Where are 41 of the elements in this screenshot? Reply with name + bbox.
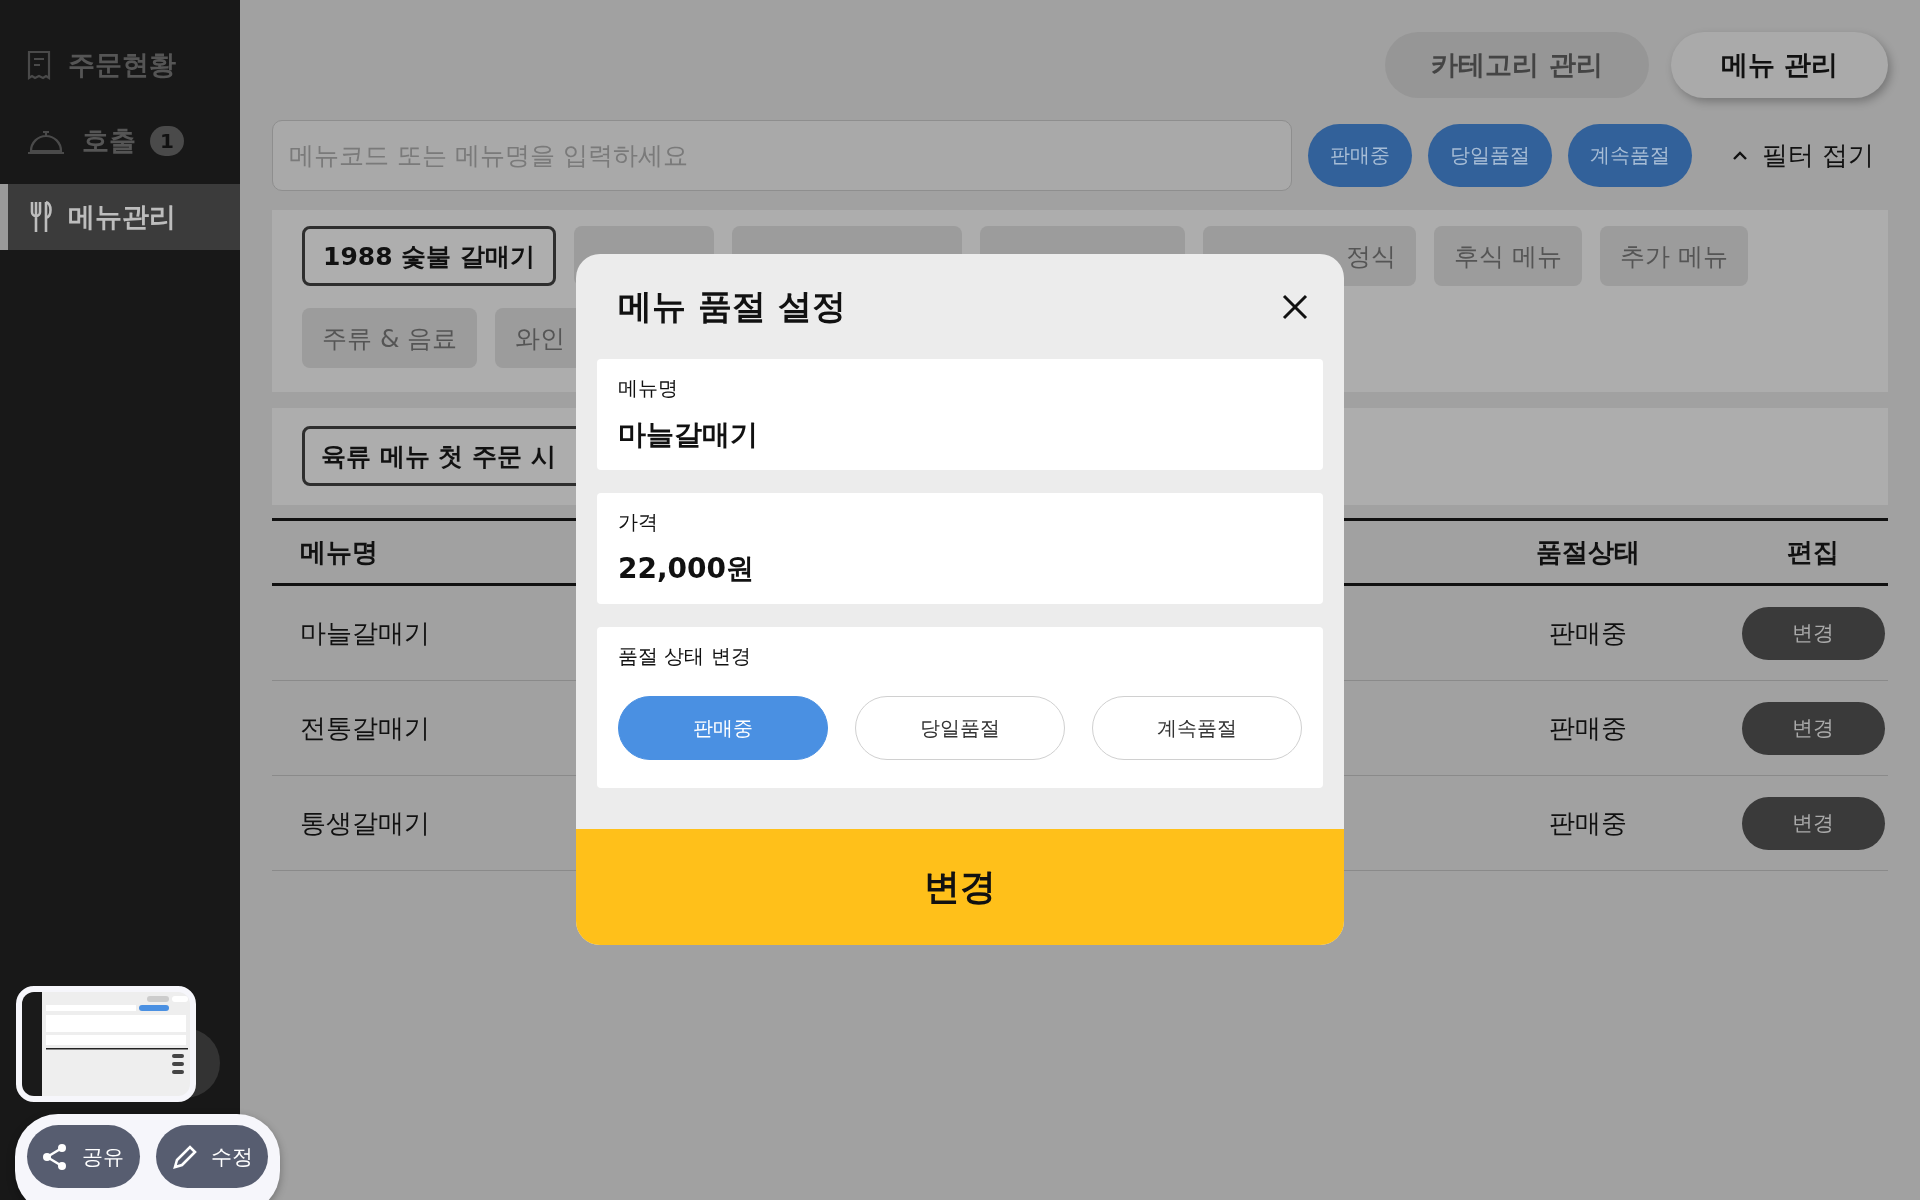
column-header: 메뉴명 [299, 535, 379, 569]
status-option[interactable]: 판매중 [618, 696, 828, 760]
status-option[interactable]: 당일품절 [855, 696, 1065, 760]
field-value: 22,000원 [618, 551, 756, 587]
column-header: 품절상태 [1535, 535, 1641, 569]
toolbar-button[interactable]: 수정 [155, 1125, 268, 1188]
field-label: 메뉴명 [618, 375, 679, 402]
tab[interactable]: 카테고리 관리 [1385, 32, 1649, 98]
category-chip[interactable]: 주류 & 음료 [302, 308, 478, 368]
sidebar-label: 호출 [82, 124, 136, 158]
status-option[interactable]: 계속품절 [1092, 696, 1302, 760]
toolbar-button[interactable]: 공유 [27, 1125, 140, 1188]
fork-knife-icon [28, 200, 54, 234]
category-chip[interactable]: 1988 숯불 갈매기 [302, 226, 556, 286]
sidebar-label: 메뉴관리 [68, 200, 176, 234]
status-filter[interactable]: 당일품절 [1427, 124, 1552, 187]
field-label: 가격 [618, 509, 659, 536]
modal-title: 메뉴 품절 설정 [618, 284, 846, 328]
filter-toggle[interactable]: 필터 접기 [1707, 138, 1888, 173]
table-cell-text: 판매중 [1548, 616, 1628, 650]
tab[interactable]: 메뉴 관리 [1670, 32, 1888, 98]
category-chip[interactable]: 추가 메뉴 [1599, 226, 1748, 286]
status-filter[interactable]: 판매중 [1307, 124, 1412, 187]
change-button[interactable]: 변경 [1741, 796, 1885, 850]
submit-button[interactable]: 변경 [576, 829, 1344, 945]
close-icon [1281, 292, 1309, 321]
column-header: 편집 [1786, 535, 1840, 569]
table-cell-text: 판매중 [1548, 806, 1628, 840]
status-filter[interactable]: 계속품절 [1567, 124, 1692, 187]
screenshot-toast[interactable] [16, 986, 196, 1102]
change-button[interactable]: 변경 [1741, 701, 1885, 755]
field-label: 품절 상태 변경 [618, 643, 752, 670]
category-chip[interactable]: 후식 메뉴 [1434, 226, 1582, 286]
sidebar-label: 주문현황 [68, 48, 176, 82]
sidebar-item[interactable]: 메뉴관리 [0, 184, 240, 250]
table-cell-text: 마늘갈매기 [299, 616, 431, 650]
table-cell-text: 통생갈매기 [299, 806, 431, 840]
count-badge: 1 [150, 126, 184, 156]
change-button[interactable]: 변경 [1741, 606, 1885, 660]
table-cell-text: 전통갈매기 [299, 711, 431, 745]
table-cell-text: 판매중 [1548, 711, 1628, 745]
